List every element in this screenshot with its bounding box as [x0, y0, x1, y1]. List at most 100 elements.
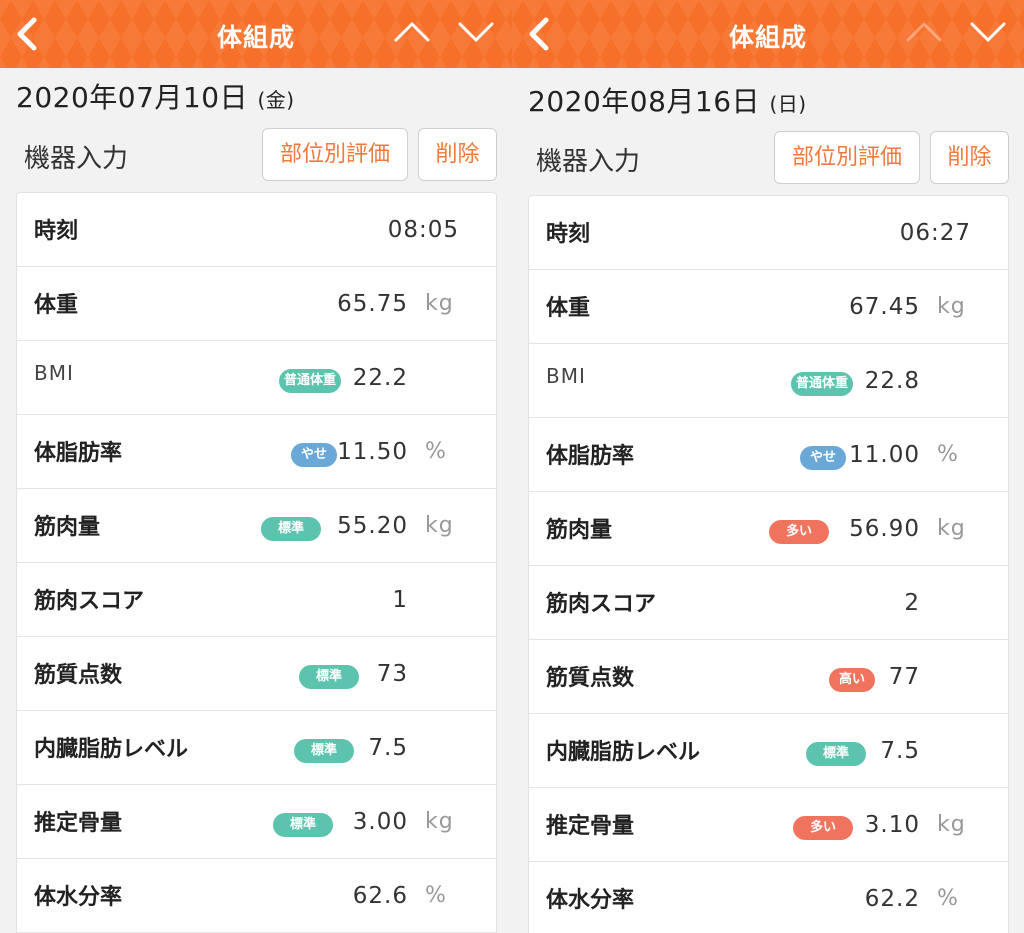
row-value: 56.90 [849, 516, 920, 542]
part-evaluation-button[interactable]: 部位別評価 [262, 128, 408, 181]
row-body-water: 体水分率 62.2 % [529, 862, 1008, 933]
row-label: 筋肉スコア [546, 592, 657, 617]
back-arrow-icon[interactable] [10, 14, 46, 54]
row-value: 3.10 [864, 812, 920, 838]
row-value: 06:27 [899, 220, 971, 246]
row-unit: kg [937, 516, 966, 541]
row-unit: kg [425, 291, 454, 316]
status-badge: 多い [793, 816, 853, 840]
row-label: 体水分率 [546, 888, 635, 913]
day-of-week: (日) [769, 92, 807, 116]
row-muscle-score: 筋肉スコア 2 [529, 566, 1008, 640]
row-bone-mass: 推定骨量 標準 3.00 kg [17, 785, 496, 859]
page-title: 体組成 [216, 23, 295, 52]
delete-button[interactable]: 削除 [930, 131, 1009, 184]
status-badge: 標準 [273, 813, 333, 837]
row-body-water: 体水分率 62.6 % [17, 859, 496, 933]
chevron-up-icon[interactable] [392, 18, 432, 48]
back-arrow-icon[interactable] [522, 14, 558, 54]
row-value: 55.20 [337, 513, 408, 539]
row-value: 22.8 [864, 368, 920, 394]
row-weight: 体重 67.45 kg [529, 270, 1008, 344]
row-visceral-fat: 内臓脂肪レベル 標準 7.5 [17, 711, 496, 785]
row-value: 3.00 [352, 809, 408, 835]
row-value: 7.5 [368, 735, 408, 761]
row-muscle-score: 筋肉スコア 1 [17, 563, 496, 637]
row-visceral-fat: 内臓脂肪レベル 標準 7.5 [529, 714, 1008, 788]
row-value: 11.50 [337, 439, 408, 465]
row-label: 推定骨量 [34, 811, 123, 836]
header-bar: 体組成 [512, 0, 1024, 68]
row-value: 62.6 [352, 883, 408, 909]
status-badge: 普通体重 [279, 369, 341, 393]
record-date: 2020年08月16日 (日) [528, 80, 807, 120]
row-label: 体重 [34, 293, 79, 318]
date-text: 2020年08月16日 [528, 85, 761, 118]
row-label: 筋肉量 [34, 515, 101, 540]
row-label: 筋肉スコア [34, 589, 145, 614]
status-badge: やせ [291, 443, 337, 467]
row-time: 時刻 06:27 [529, 196, 1008, 270]
chevron-up-icon [906, 22, 942, 42]
status-badge: 標準 [299, 665, 359, 689]
row-unit: kg [425, 809, 454, 834]
part-evaluation-button[interactable]: 部位別評価 [774, 131, 920, 184]
row-bone-mass: 推定骨量 多い 3.10 kg [529, 788, 1008, 862]
row-value: 7.5 [880, 738, 920, 764]
row-value: 77 [888, 664, 920, 690]
page-title: 体組成 [728, 23, 807, 52]
measurement-list: 時刻 06:27 体重 67.45 kg BMI 普通体重 22.8 体脂肪率 … [528, 195, 1009, 933]
row-value: 2 [904, 590, 920, 616]
section-title: 機器入力 [536, 147, 641, 177]
row-label: 時刻 [34, 219, 79, 244]
row-label: 体重 [546, 296, 591, 321]
row-body-fat: 体脂肪率 やせ 11.50 % [17, 415, 496, 489]
status-badge: やせ [800, 446, 846, 470]
section-title: 機器入力 [24, 144, 129, 174]
row-value: 62.2 [864, 886, 920, 912]
row-label: 内臓脂肪レベル [546, 740, 701, 765]
row-unit: % [937, 886, 959, 911]
row-muscle-mass: 筋肉量 標準 55.20 kg [17, 489, 496, 563]
row-label: 筋肉量 [546, 518, 613, 543]
chevron-down-icon[interactable] [456, 18, 496, 48]
chevron-down-icon[interactable] [968, 18, 1008, 48]
row-value: 22.2 [352, 365, 408, 391]
row-label: 推定骨量 [546, 814, 635, 839]
row-body-fat: 体脂肪率 やせ 11.00 % [529, 418, 1008, 492]
row-bmi: BMI 普通体重 22.8 [529, 344, 1008, 418]
row-unit: % [937, 442, 959, 467]
status-badge: 標準 [294, 739, 354, 763]
row-muscle-quality: 筋質点数 標準 73 [17, 637, 496, 711]
date-text: 2020年07月10日 [16, 81, 249, 114]
row-unit: kg [937, 294, 966, 319]
row-muscle-mass: 筋肉量 多い 56.90 kg [529, 492, 1008, 566]
delete-button[interactable]: 削除 [418, 128, 497, 181]
status-badge: 普通体重 [791, 372, 853, 396]
row-label: 内臓脂肪レベル [34, 737, 189, 762]
status-badge: 標準 [806, 742, 866, 766]
screenshot-composite: 体組成 2020年07月10日 (金) 機器入力 部位別評価 削除 時刻 08:… [0, 0, 1024, 933]
row-unit: % [425, 439, 447, 464]
header-bar: 体組成 [0, 0, 512, 68]
row-label: 体脂肪率 [34, 441, 123, 466]
row-value: 67.45 [849, 294, 920, 320]
row-value: 11.00 [849, 442, 920, 468]
row-label: 時刻 [546, 222, 591, 247]
body-composition-screen-right: 体組成 2020年08月16日 (日) 機器入力 部位別評価 削除 時刻 06:… [512, 0, 1024, 933]
body-composition-screen-left: 体組成 2020年07月10日 (金) 機器入力 部位別評価 削除 時刻 08:… [0, 0, 512, 933]
row-value: 73 [376, 661, 408, 687]
row-value: 65.75 [337, 291, 408, 317]
row-unit: kg [425, 513, 454, 538]
row-unit: kg [937, 812, 966, 837]
row-label: 筋質点数 [546, 666, 635, 691]
day-of-week: (金) [257, 88, 295, 112]
record-date: 2020年07月10日 (金) [16, 76, 295, 116]
row-label: 体脂肪率 [546, 444, 635, 469]
row-label: 筋質点数 [34, 663, 123, 688]
row-unit: % [425, 883, 447, 908]
row-muscle-quality: 筋質点数 高い 77 [529, 640, 1008, 714]
status-badge: 高い [829, 668, 875, 692]
row-weight: 体重 65.75 kg [17, 267, 496, 341]
row-label: BMI [546, 364, 586, 388]
